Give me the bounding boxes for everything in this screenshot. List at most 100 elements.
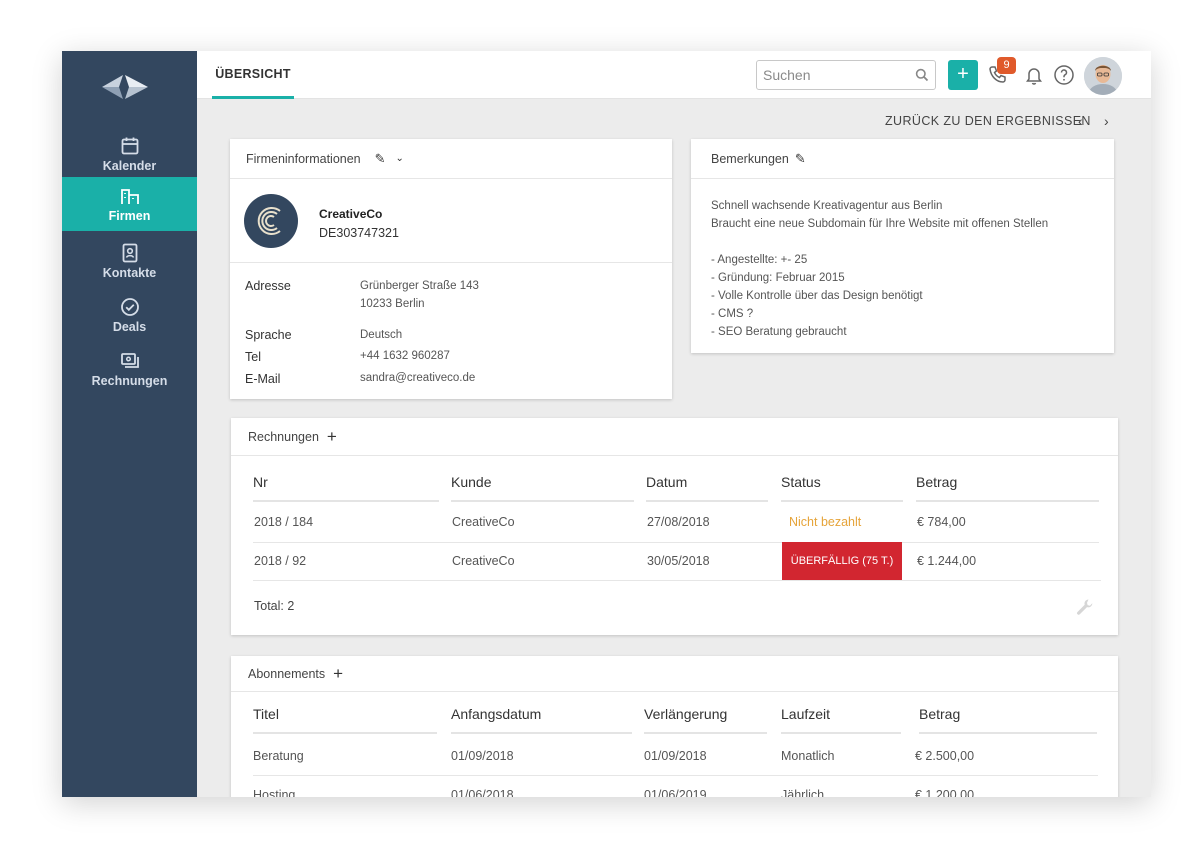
sidebar-item-label: Firmen — [108, 208, 151, 223]
check-circle-icon — [120, 297, 139, 316]
card-title: Firmeninformationen — [246, 151, 361, 166]
sidebar-item-label: Deals — [112, 319, 147, 334]
company-logo — [244, 194, 298, 248]
invoice-amount: € 784,00 — [917, 515, 966, 529]
row-divider — [253, 775, 1098, 776]
email-value[interactable]: sandra@creativeco.de — [360, 372, 475, 384]
invoice-customer: CreativeCo — [452, 515, 515, 529]
sidebar-item-kalender[interactable]: Kalender — [62, 127, 197, 181]
chevron-down-icon[interactable]: ⌄ — [396, 153, 404, 164]
invoice-date: 30/05/2018 — [647, 554, 710, 568]
sidebar-item-firmen[interactable]: Firmen — [62, 177, 197, 231]
subscription-title[interactable]: Beratung — [253, 749, 304, 763]
note-line: - CMS ? — [711, 308, 754, 320]
email-label: E-Mail — [245, 372, 281, 386]
sidebar-item-label: Kalender — [102, 158, 157, 173]
invoice-number[interactable]: 2018 / 184 — [254, 515, 313, 529]
pencil-icon[interactable]: ✎ — [375, 151, 386, 167]
column-header[interactable]: Verlängerung — [644, 706, 767, 734]
column-header[interactable]: Datum — [646, 474, 768, 502]
subscription-amount: € 1.200,00 — [915, 788, 975, 797]
sidebar-item-deals[interactable]: Deals — [62, 288, 197, 342]
subscription-amount: € 2.500,00 — [915, 749, 975, 763]
app-window: Kalender Firmen Kontakte Deals Rechnunge… — [62, 51, 1151, 797]
help-icon[interactable] — [1053, 64, 1075, 86]
language-label: Sprache — [245, 328, 292, 342]
calendar-icon — [121, 137, 138, 154]
chevron-left-icon[interactable]: ‹ — [1078, 113, 1083, 129]
back-to-results-link[interactable]: ZURÜCK ZU DEN ERGEBNISSEN — [885, 114, 1091, 128]
column-header[interactable]: Betrag — [919, 706, 1097, 734]
search-box — [756, 60, 936, 90]
column-header[interactable]: Laufzeit — [781, 706, 901, 734]
column-header[interactable]: Anfangsdatum — [451, 706, 632, 734]
sidebar-item-rechnungen[interactable]: Rechnungen — [62, 342, 197, 396]
subscription-start: 01/09/2018 — [451, 749, 514, 763]
chevron-right-icon[interactable]: › — [1104, 113, 1109, 129]
wrench-icon[interactable] — [1075, 597, 1095, 617]
subscriptions-table: Titel Anfangsdatum Verlängerung Laufzeit… — [231, 692, 1118, 797]
call-count-badge: 9 — [997, 57, 1016, 74]
subscription-term: Jährlich — [781, 788, 825, 797]
language-value: Deutsch — [360, 329, 403, 341]
column-header[interactable]: Betrag — [916, 474, 1099, 502]
user-avatar[interactable] — [1084, 57, 1122, 95]
row-divider — [253, 542, 1099, 543]
phone-value[interactable]: +44 1632 960287 — [360, 350, 450, 362]
company-name: CreativeCo — [319, 207, 383, 221]
subscription-term: Monatlich — [781, 749, 835, 763]
add-subscription-icon[interactable]: + — [333, 664, 343, 684]
note-line: - Gründung: Februar 2015 — [711, 272, 845, 284]
subscriptions-card: Abonnements + Titel Anfangsdatum Verläng… — [231, 656, 1118, 797]
column-header[interactable]: Status — [781, 474, 903, 502]
subscriptions-header: Abonnements + — [231, 656, 1118, 692]
status-badge-overdue: ÜBERFÄLLIG (75 T.) — [782, 542, 902, 580]
note-line: Schnell wachsende Kreativagentur aus Ber… — [711, 200, 943, 212]
phone-label: Tel — [245, 350, 261, 364]
note-line: - Angestellte: +- 25 — [711, 254, 808, 266]
search-input[interactable] — [757, 61, 907, 89]
search-icon[interactable] — [915, 68, 929, 82]
column-header[interactable]: Nr — [253, 474, 439, 502]
company-vat-id: DE303747321 — [319, 226, 399, 240]
subscription-title[interactable]: Hosting — [253, 788, 295, 797]
company-info-card: Firmeninformationen ✎ ⌄ CreativeCo DE303… — [230, 139, 672, 399]
invoices-header: Rechnungen + — [231, 418, 1118, 456]
sidebar: Kalender Firmen Kontakte Deals Rechnunge… — [62, 51, 197, 797]
invoices-table: Nr Kunde Datum Status Betrag 2018 / 184 … — [231, 456, 1118, 635]
address-line-2: 10233 Berlin — [360, 298, 425, 310]
add-invoice-icon[interactable]: + — [327, 427, 337, 447]
app-logo[interactable] — [102, 73, 148, 101]
column-header[interactable]: Titel — [253, 706, 437, 734]
tab-uebersicht[interactable]: ÜBERSICHT — [212, 51, 294, 99]
note-line: - Volle Kontrolle über das Design benöti… — [711, 290, 923, 302]
invoice-icon — [120, 352, 139, 368]
card-title: Bemerkungen — [711, 151, 789, 166]
notes-header: Bemerkungen ✎ — [691, 139, 1114, 179]
status-badge: Nicht bezahlt — [789, 515, 862, 529]
contacts-icon — [122, 243, 137, 262]
sidebar-item-label: Kontakte — [102, 265, 157, 280]
building-icon — [120, 188, 139, 204]
invoice-customer: CreativeCo — [452, 554, 515, 568]
add-button[interactable]: + — [948, 60, 978, 90]
invoice-date: 27/08/2018 — [647, 515, 710, 529]
subscription-renewal: 01/06/2019 — [644, 788, 707, 797]
sidebar-item-kontakte[interactable]: Kontakte — [62, 234, 197, 288]
bell-icon[interactable] — [1023, 64, 1045, 86]
address-line-1: Grünberger Straße 143 — [360, 280, 479, 292]
company-info-header: Firmeninformationen ✎ ⌄ — [230, 139, 672, 179]
note-line: - SEO Beratung gebraucht — [711, 326, 847, 338]
pencil-icon[interactable]: ✎ — [795, 151, 806, 167]
sidebar-item-label: Rechnungen — [91, 373, 168, 388]
subscription-start: 01/06/2018 — [451, 788, 514, 797]
address-label: Adresse — [245, 279, 291, 293]
row-divider — [253, 580, 1101, 581]
note-line: Braucht eine neue Subdomain für Ihre Web… — [711, 218, 1049, 230]
column-header[interactable]: Kunde — [451, 474, 634, 502]
card-title: Abonnements — [248, 666, 326, 681]
invoice-number[interactable]: 2018 / 92 — [254, 554, 306, 568]
subscription-renewal: 01/09/2018 — [644, 749, 707, 763]
invoice-amount: € 1.244,00 — [917, 554, 977, 568]
avatar-image — [1084, 57, 1122, 95]
